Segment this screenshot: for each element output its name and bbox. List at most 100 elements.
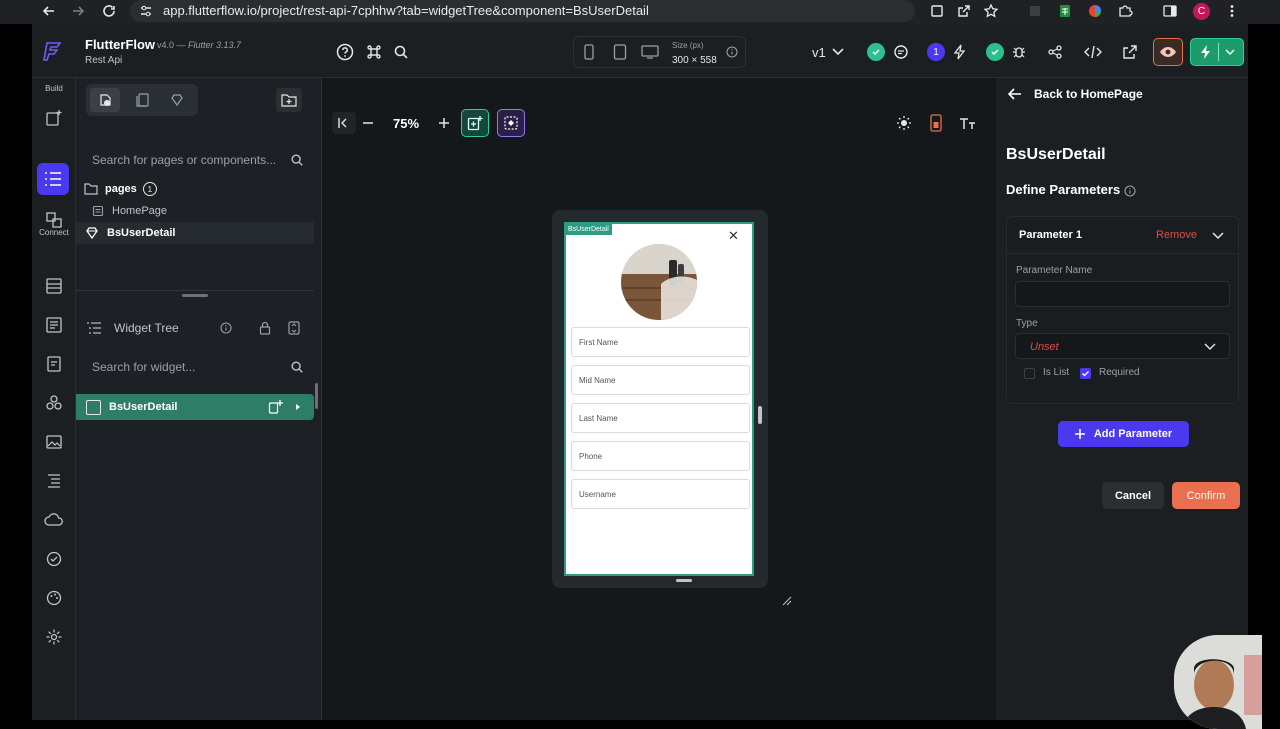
- bug-icon[interactable]: [1009, 42, 1029, 62]
- add-folder-icon[interactable]: [276, 88, 302, 112]
- splitter-grip[interactable]: [315, 383, 318, 409]
- open-external-icon[interactable]: [956, 3, 972, 19]
- settings-gear-icon[interactable]: [42, 625, 66, 649]
- lightning-icon: [1200, 44, 1212, 60]
- color-extension-icon[interactable]: [1087, 3, 1103, 19]
- back-arrow-icon[interactable]: [41, 3, 57, 19]
- desktop-device-icon[interactable]: [639, 42, 661, 62]
- username-field[interactable]: Username: [571, 479, 750, 509]
- integrations-icon[interactable]: [42, 391, 66, 415]
- widget-row-label: BsUserDetail: [109, 401, 178, 413]
- properties-panel: Back to HomePage BsUserDetail Define Par…: [996, 78, 1262, 729]
- api-calls-icon[interactable]: [42, 352, 66, 376]
- ai-generate-icon[interactable]: [497, 109, 525, 137]
- folder-icon: [84, 183, 98, 195]
- collapse-panel-icon[interactable]: [332, 112, 356, 134]
- share-icon[interactable]: [1045, 42, 1065, 62]
- last-name-field[interactable]: Last Name: [571, 403, 750, 433]
- run-button[interactable]: [1190, 38, 1244, 66]
- widget-tree-nav-icon[interactable]: [37, 163, 69, 195]
- comment-icon[interactable]: [891, 42, 911, 62]
- remove-parameter-button[interactable]: Remove: [1156, 229, 1197, 241]
- search-icon[interactable]: [391, 42, 411, 62]
- mid-name-field[interactable]: Mid Name: [571, 365, 750, 395]
- component-preview[interactable]: BsUserDetail ✕ First Name Mid Name Last …: [564, 222, 754, 576]
- is-list-checkbox[interactable]: [1024, 368, 1035, 379]
- type-dropdown[interactable]: Unset: [1015, 333, 1230, 359]
- zoom-level[interactable]: 75%: [393, 116, 419, 131]
- pages-tab-icon[interactable]: [90, 88, 120, 112]
- info-icon[interactable]: [724, 44, 740, 60]
- check-status-2-icon[interactable]: [986, 43, 1004, 61]
- add-child-widget-icon[interactable]: [268, 399, 284, 415]
- add-parameter-button[interactable]: Add Parameter: [1058, 421, 1189, 447]
- issues-count-badge[interactable]: 1: [927, 43, 945, 61]
- profile-avatar[interactable]: C: [1193, 3, 1210, 20]
- command-icon[interactable]: [364, 42, 384, 62]
- cancel-button[interactable]: Cancel: [1102, 482, 1164, 509]
- components-tab-icon[interactable]: [162, 88, 192, 112]
- back-to-homepage-link[interactable]: Back to HomePage: [1008, 83, 1143, 105]
- pages-folder[interactable]: pages 1: [76, 178, 314, 200]
- frame-width-handle[interactable]: [758, 406, 762, 424]
- add-page-icon[interactable]: [42, 106, 66, 130]
- design-canvas[interactable]: 75% BsUserDetail ✕ First Name Mid Name L…: [322, 78, 1013, 720]
- page-item-homepage[interactable]: HomePage: [76, 200, 314, 222]
- forward-arrow-icon[interactable]: [70, 3, 86, 19]
- add-widget-icon[interactable]: [461, 109, 489, 137]
- tablet-device-icon[interactable]: [610, 42, 630, 62]
- tests-icon[interactable]: [42, 547, 66, 571]
- resize-corner-icon[interactable]: [782, 596, 792, 606]
- responsive-icon[interactable]: [925, 112, 947, 134]
- required-checkbox[interactable]: [1080, 368, 1091, 379]
- lock-icon[interactable]: [256, 319, 274, 337]
- frame-height-handle[interactable]: [676, 579, 692, 582]
- side-panel-icon[interactable]: [1162, 3, 1178, 19]
- widget-row-bsuserdetail[interactable]: BsUserDetail: [76, 394, 314, 420]
- parameters-info-icon[interactable]: [1123, 184, 1137, 198]
- database-icon[interactable]: [42, 274, 66, 298]
- size-value[interactable]: 300 × 558: [672, 55, 717, 66]
- page-search-field[interactable]: Search for pages or components...: [86, 147, 308, 173]
- first-name-field[interactable]: First Name: [571, 327, 750, 357]
- collapse-chevron-icon[interactable]: [1211, 229, 1225, 243]
- extension-icon[interactable]: [1027, 3, 1043, 19]
- cloud-functions-icon[interactable]: [42, 508, 66, 532]
- close-icon[interactable]: ✕: [728, 228, 739, 244]
- preview-eye-icon[interactable]: [1153, 38, 1183, 66]
- code-icon[interactable]: [1083, 42, 1103, 62]
- field-label: Phone: [579, 451, 603, 461]
- light-mode-icon[interactable]: [893, 112, 915, 134]
- sheets-extension-icon[interactable]: [1057, 3, 1073, 19]
- flash-icon[interactable]: [950, 42, 970, 62]
- puzzle-icon[interactable]: [1117, 3, 1133, 19]
- widget-tree-info-icon[interactable]: [218, 320, 234, 336]
- version-dropdown[interactable]: v1: [812, 40, 856, 64]
- phone-field[interactable]: Phone: [571, 441, 750, 471]
- zoom-in-icon[interactable]: [438, 117, 450, 129]
- expand-arrow-icon[interactable]: [295, 403, 301, 411]
- expand-collapse-icon[interactable]: [285, 319, 303, 337]
- widget-search-field[interactable]: Search for widget...: [86, 354, 308, 380]
- confirm-button[interactable]: Confirm: [1172, 482, 1240, 509]
- star-icon[interactable]: [983, 3, 999, 19]
- help-icon[interactable]: [335, 42, 355, 62]
- page-item-bsuserdetail[interactable]: BsUserDetail: [76, 222, 314, 244]
- storyboard-tab-icon[interactable]: [128, 88, 158, 112]
- media-assets-icon[interactable]: [42, 430, 66, 454]
- data-types-icon[interactable]: [42, 313, 66, 337]
- open-new-icon[interactable]: [1120, 42, 1140, 62]
- bookmark-page-icon[interactable]: [929, 3, 945, 19]
- zoom-out-icon[interactable]: [362, 117, 374, 129]
- resize-handle[interactable]: [182, 294, 208, 297]
- theme-icon[interactable]: [42, 586, 66, 610]
- reload-icon[interactable]: [101, 3, 117, 19]
- panel-splitter[interactable]: [314, 78, 322, 720]
- site-settings-icon[interactable]: [138, 3, 154, 19]
- parameter-name-input[interactable]: [1015, 281, 1230, 307]
- text-scale-icon[interactable]: [957, 112, 979, 134]
- more-vert-icon[interactable]: [1224, 3, 1240, 19]
- custom-code-icon[interactable]: [42, 469, 66, 493]
- phone-device-icon[interactable]: [580, 42, 598, 62]
- check-status-icon[interactable]: [867, 43, 885, 61]
